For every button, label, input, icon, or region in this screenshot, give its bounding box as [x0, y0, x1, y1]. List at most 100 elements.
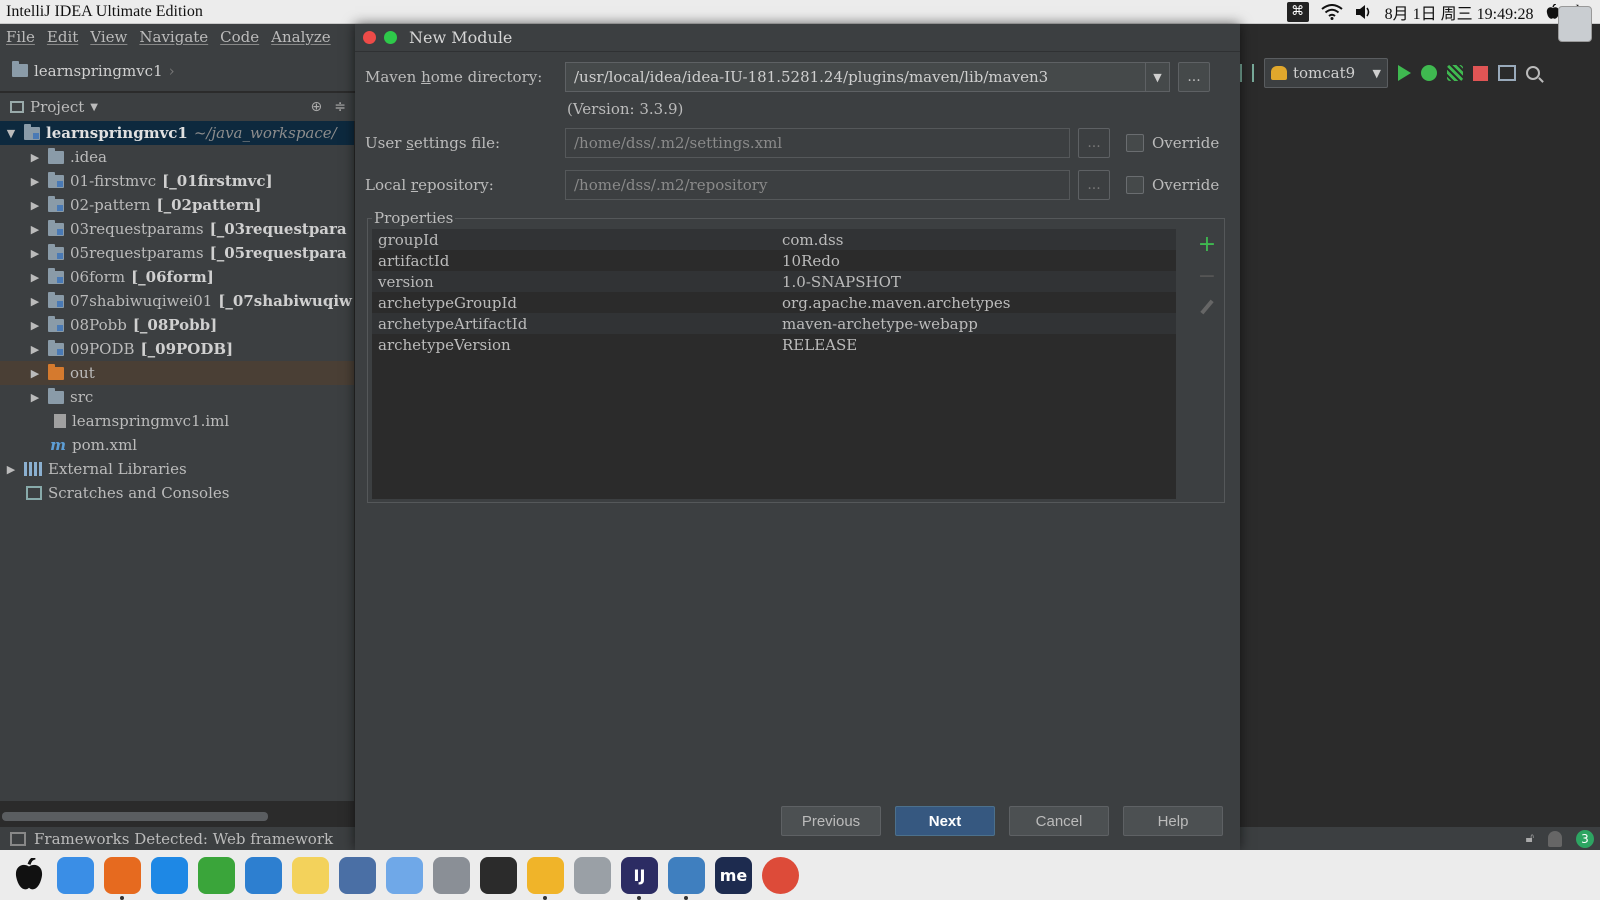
- help-button[interactable]: Help: [1123, 806, 1223, 836]
- run-config-select[interactable]: tomcat9 ▼: [1264, 58, 1388, 88]
- breadcrumb-project[interactable]: learnspringmvc1: [34, 62, 163, 80]
- browser-icon[interactable]: [668, 856, 705, 900]
- folder-icon[interactable]: [386, 856, 423, 894]
- menu-analyze[interactable]: Analyze: [265, 28, 337, 46]
- menu-view[interactable]: View: [84, 28, 133, 46]
- maven-home-browse-button[interactable]: ...: [1178, 62, 1210, 92]
- image-viewer-icon[interactable]: [433, 856, 470, 894]
- table-row[interactable]: archetypeVersion RELEASE: [372, 334, 1176, 355]
- coverage-icon[interactable]: [1447, 65, 1463, 81]
- chevron-down-icon[interactable]: ▼: [90, 102, 98, 113]
- close-icon[interactable]: [363, 31, 376, 44]
- remove-icon[interactable]: −: [1198, 266, 1216, 288]
- intellij-icon[interactable]: IJ: [621, 856, 658, 900]
- next-button[interactable]: Next: [895, 806, 995, 836]
- chevron-right-icon[interactable]: ▶: [28, 223, 42, 236]
- chevron-right-icon[interactable]: ▶: [28, 391, 42, 404]
- tree-item[interactable]: ▶ 03requestparams [_03requestpara: [0, 217, 354, 241]
- user-settings-browse-button[interactable]: ...: [1078, 128, 1110, 158]
- run-icon[interactable]: [1398, 65, 1411, 81]
- tree-item[interactable]: ▶ 09PODB [_09PODB]: [0, 337, 354, 361]
- user-settings-override[interactable]: Override: [1126, 134, 1219, 152]
- files-icon[interactable]: [245, 856, 282, 894]
- chevron-right-icon[interactable]: ▶: [28, 295, 42, 308]
- chevron-down-icon[interactable]: ▼: [4, 127, 18, 140]
- tree-item[interactable]: ▶ 05requestparams [_05requestpara: [0, 241, 354, 265]
- tree-item[interactable]: ▶ 06form [_06form]: [0, 265, 354, 289]
- notification-badge[interactable]: 3: [1576, 829, 1594, 848]
- tool-window-icon[interactable]: [10, 831, 26, 846]
- chevron-right-icon[interactable]: ▶: [28, 343, 42, 356]
- chevron-right-icon[interactable]: ▶: [28, 247, 42, 260]
- table-row[interactable]: version 1.0-SNAPSHOT: [372, 271, 1176, 292]
- chevron-right-icon[interactable]: ▶: [28, 199, 42, 212]
- table-row[interactable]: archetypeGroupId org.apache.maven.archety…: [372, 292, 1176, 313]
- command-icon[interactable]: ⌘: [1286, 1, 1309, 22]
- disk-icon[interactable]: [574, 856, 611, 894]
- tree-item[interactable]: ▶ 08Pobb [_08Pobb]: [0, 313, 354, 337]
- project-panel-title[interactable]: Project: [30, 98, 84, 116]
- horizontal-scrollbar[interactable]: [2, 812, 268, 821]
- chevron-right-icon[interactable]: ▶: [28, 151, 42, 164]
- project-structure-icon[interactable]: [1498, 65, 1516, 81]
- local-repo-field[interactable]: /home/dss/.m2/repository: [565, 170, 1070, 200]
- apple-menu-icon[interactable]: [10, 857, 47, 894]
- edit-icon[interactable]: [1200, 299, 1214, 315]
- tree-root[interactable]: ▼ learnspringmvc1 ~/java_workspace/: [0, 121, 354, 145]
- dashboard-icon[interactable]: [339, 856, 376, 894]
- vim-icon[interactable]: [198, 856, 235, 894]
- tree-item[interactable]: ▶ 02-pattern [_02pattern]: [0, 193, 354, 217]
- tree-item[interactable]: ▶ .idea: [0, 145, 354, 169]
- inspector-icon[interactable]: [1548, 830, 1562, 847]
- override-checkbox[interactable]: [1126, 134, 1144, 152]
- terminal-icon[interactable]: [480, 856, 517, 894]
- maven-home-combobox[interactable]: /usr/local/idea/idea-IU-181.5281.24/plug…: [565, 62, 1170, 92]
- cancel-button[interactable]: Cancel: [1009, 806, 1109, 836]
- user-settings-field[interactable]: /home/dss/.m2/settings.xml: [565, 128, 1070, 158]
- table-row[interactable]: groupId com.dss: [372, 229, 1176, 250]
- chevron-right-icon[interactable]: ▶: [28, 271, 42, 284]
- tree-item[interactable]: ▶ src: [0, 385, 354, 409]
- menu-code[interactable]: Code: [214, 28, 265, 46]
- text-editor-icon[interactable]: [292, 856, 329, 894]
- status-message[interactable]: Frameworks Detected: Web framework: [34, 830, 333, 848]
- tree-file[interactable]: learnspringmvc1.iml: [0, 409, 354, 433]
- chevron-right-icon[interactable]: ▶: [28, 175, 42, 188]
- collapse-icon[interactable]: ≑: [334, 99, 346, 115]
- volume-icon[interactable]: [1355, 2, 1373, 22]
- app-store-icon[interactable]: [151, 856, 188, 894]
- search-icon[interactable]: [1526, 66, 1540, 80]
- finder-icon[interactable]: [57, 856, 94, 894]
- local-repo-override[interactable]: Override: [1126, 176, 1219, 194]
- tree-item[interactable]: ▶ out: [0, 361, 354, 385]
- menu-navigate[interactable]: Navigate: [133, 28, 214, 46]
- menu-file[interactable]: File: [0, 28, 41, 46]
- tree-item[interactable]: ▶ 07shabiwuqiwei01 [_07shabiwuqiw: [0, 289, 354, 313]
- chevron-down-icon[interactable]: ▼: [1145, 63, 1169, 91]
- chrome-icon[interactable]: [762, 856, 799, 894]
- clock[interactable]: 8月 1日 周三 19:49:28: [1385, 0, 1534, 24]
- table-row[interactable]: artifactId 10Redo: [372, 250, 1176, 271]
- stop-icon[interactable]: [1473, 65, 1488, 81]
- chevron-right-icon[interactable]: ▶: [28, 319, 42, 332]
- debug-icon[interactable]: [1421, 65, 1437, 81]
- tree-external-libraries[interactable]: ▶ External Libraries: [0, 457, 354, 481]
- add-icon[interactable]: +: [1198, 234, 1216, 256]
- previous-button[interactable]: Previous: [781, 806, 881, 836]
- lock-icon[interactable]: 🔓︎: [1526, 831, 1534, 846]
- override-checkbox[interactable]: [1126, 176, 1144, 194]
- tree-scratches[interactable]: Scratches and Consoles: [0, 481, 354, 505]
- wifi-icon[interactable]: [1321, 2, 1343, 22]
- firefox-icon[interactable]: [104, 856, 141, 900]
- tree-item[interactable]: ▶ 01-firstmvc [_01firstmvc]: [0, 169, 354, 193]
- me-app-icon[interactable]: me: [715, 856, 752, 894]
- menu-edit[interactable]: Edit: [41, 28, 84, 46]
- chevron-right-icon[interactable]: ▶: [4, 463, 18, 476]
- notes-icon[interactable]: [527, 856, 564, 900]
- chevron-right-icon[interactable]: ▶: [28, 367, 42, 380]
- trash-icon[interactable]: [1558, 6, 1592, 42]
- local-repo-browse-button[interactable]: ...: [1078, 170, 1110, 200]
- maximize-icon[interactable]: [384, 31, 397, 44]
- build-icon[interactable]: [1240, 64, 1254, 82]
- locate-icon[interactable]: ⊕: [311, 99, 323, 115]
